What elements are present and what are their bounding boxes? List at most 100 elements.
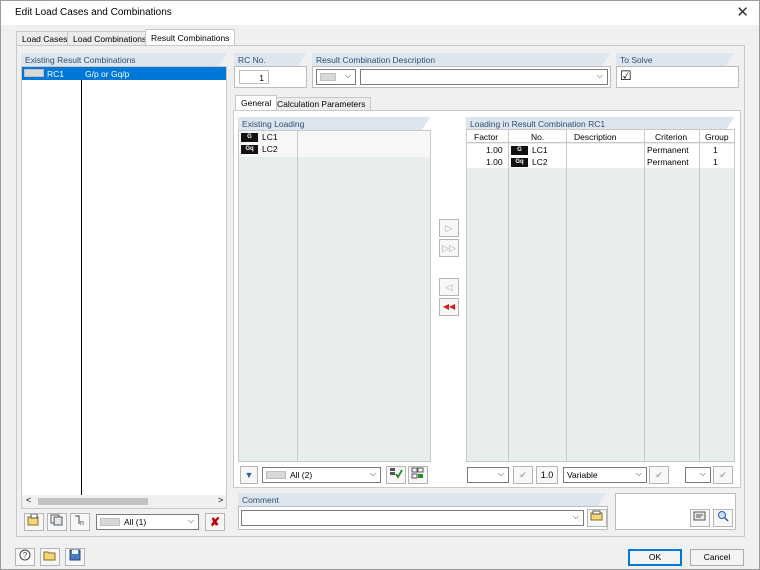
cancel-button[interactable]: Cancel xyxy=(690,549,744,566)
ok-button[interactable]: OK xyxy=(628,549,682,566)
column-header-description: Description xyxy=(574,132,617,142)
rc-no-box: 1 xyxy=(234,66,307,88)
load-type-tag: Gq xyxy=(511,158,528,168)
factor-cell[interactable]: 1.00 xyxy=(486,145,503,155)
tab-load-cases[interactable]: Load Cases xyxy=(16,31,74,45)
criterion-dropdown[interactable]: Variable ⌵ xyxy=(563,467,647,483)
load-type-tag: G xyxy=(511,146,528,156)
filter-value: All (1) xyxy=(124,517,147,527)
list-item[interactable]: RC1 G/p or Gq/p xyxy=(22,67,226,80)
list-column-divider xyxy=(81,67,82,495)
group-cell[interactable]: 1 xyxy=(713,157,718,167)
tab-load-combinations[interactable]: Load Combinations xyxy=(67,31,153,45)
rc-description: G/p or Gq/p xyxy=(85,69,130,79)
apply-criterion-icon[interactable]: ✔ xyxy=(649,466,669,484)
tab-calculation-parameters[interactable]: Calculation Parameters xyxy=(271,97,372,110)
existing-loading-list: G LC1 Gq LC2 xyxy=(238,130,431,462)
table-column-divider xyxy=(699,130,700,461)
existing-loading-header: Existing Loading xyxy=(238,117,430,130)
to-solve-box: ☑ xyxy=(616,66,739,88)
factor-one-button[interactable]: 1.0 xyxy=(536,466,558,484)
load-case-name: LC1 xyxy=(262,132,278,142)
filter-value: All (2) xyxy=(290,470,313,480)
description-box: ⌵ ⌵ xyxy=(312,66,611,88)
remove-selected-icon[interactable]: ◁ xyxy=(439,278,459,296)
description-input[interactable]: ⌵ xyxy=(360,69,608,85)
copy-combination-icon[interactable] xyxy=(47,513,67,531)
factor-dropdown[interactable]: ⌵ xyxy=(467,467,509,483)
column-header-criterion: Criterion xyxy=(655,132,688,142)
filter-swatch xyxy=(100,518,120,526)
color-swatch xyxy=(24,69,44,77)
group-cell[interactable]: 1 xyxy=(713,145,718,155)
horizontal-scrollbar[interactable]: < > xyxy=(22,495,226,508)
list-item[interactable]: Gq LC2 xyxy=(241,144,278,155)
dialog-window: Edit Load Cases and Combinations ✕ Load … xyxy=(0,0,760,570)
renumber-icon[interactable]: n xyxy=(70,513,90,531)
existing-result-combinations-header: Existing Result Combinations xyxy=(21,53,227,66)
apply-factor-icon[interactable]: ✔ xyxy=(513,466,533,484)
filter-dropdown[interactable]: All (1) ⌵ xyxy=(96,514,199,530)
criterion-cell[interactable]: Permanent xyxy=(647,157,689,167)
chevron-down-icon: ⌵ xyxy=(187,516,194,525)
select-check-icon[interactable] xyxy=(386,466,406,484)
load-type-tag: Gq xyxy=(241,145,258,155)
loading-filter-dropdown[interactable]: All (2) ⌵ xyxy=(262,467,381,483)
factor-cell[interactable]: 1.00 xyxy=(486,157,503,167)
load-case-name: LC1 xyxy=(532,145,548,155)
title-bar: Edit Load Cases and Combinations ✕ xyxy=(1,1,759,25)
comment-label: Comment xyxy=(238,493,606,506)
chevron-down-icon: ⌵ xyxy=(596,71,603,80)
filter-swatch xyxy=(266,471,286,479)
description-prefix-dropdown[interactable]: ⌵ xyxy=(316,69,356,85)
svg-text:n: n xyxy=(80,520,84,526)
rc-no-field[interactable]: 1 xyxy=(239,70,269,84)
to-solve-label: To Solve xyxy=(616,53,734,66)
table-column-divider xyxy=(508,130,509,461)
scroll-right-icon[interactable]: > xyxy=(218,495,223,505)
criterion-cell[interactable]: Permanent xyxy=(647,145,689,155)
load-type-tag: G xyxy=(241,133,258,143)
table-column-divider xyxy=(566,130,567,461)
scroll-left-icon[interactable]: < xyxy=(26,495,31,505)
table-column-divider xyxy=(644,130,645,461)
chevron-down-icon: ⌵ xyxy=(635,469,642,478)
load-case-name: LC2 xyxy=(532,157,548,167)
remove-all-icon[interactable]: ◀◀ xyxy=(439,298,459,316)
load-case-name: LC2 xyxy=(262,144,278,154)
new-combination-icon[interactable] xyxy=(24,513,44,531)
save-icon[interactable] xyxy=(65,548,85,566)
grid-select-icon[interactable] xyxy=(408,466,428,484)
apply-group-icon[interactable]: ✔ xyxy=(713,466,733,484)
delete-icon[interactable]: ✘ xyxy=(205,513,225,531)
tab-general[interactable]: General xyxy=(235,95,278,110)
open-folder-icon[interactable] xyxy=(40,548,60,566)
table-row[interactable]: 1.00 Gq LC2 Permanent 1 xyxy=(467,156,734,168)
prefix-swatch xyxy=(320,73,336,81)
chevron-down-icon: ⌵ xyxy=(572,512,579,521)
load-case-cell: G LC1 xyxy=(511,145,548,156)
result-combinations-list: RC1 G/p or Gq/p < > xyxy=(21,66,227,509)
comment-box: ⌵ xyxy=(238,506,608,530)
table-row[interactable]: 1.00 G LC1 Permanent 1 xyxy=(467,144,734,156)
help-icon[interactable]: ? xyxy=(15,548,35,566)
add-selected-icon[interactable]: ▷ xyxy=(439,219,459,237)
column-header-factor: Factor xyxy=(474,132,499,142)
edit-icon[interactable] xyxy=(690,509,710,527)
comment-library-icon[interactable] xyxy=(587,509,607,527)
result-loading-table: Factor No. Description Criterion Group 1… xyxy=(466,129,735,462)
add-all-icon[interactable]: ▷▷ xyxy=(439,239,459,257)
to-solve-checkbox[interactable]: ☑ xyxy=(620,68,632,84)
group-dropdown[interactable]: ⌵ xyxy=(685,467,711,483)
filter-icon[interactable]: ▼ xyxy=(240,466,258,484)
rc-no-label: RC No. xyxy=(234,53,306,66)
comment-input[interactable]: ⌵ xyxy=(241,510,584,526)
column-header-no: No. xyxy=(531,132,545,142)
scrollbar-thumb[interactable] xyxy=(38,498,148,505)
view-icon[interactable] xyxy=(713,509,733,527)
tab-result-combinations[interactable]: Result Combinations xyxy=(145,29,236,45)
info-box xyxy=(615,493,736,530)
close-icon[interactable]: ✕ xyxy=(736,3,749,21)
svg-text:?: ? xyxy=(23,551,28,560)
list-item[interactable]: G LC1 xyxy=(241,132,278,143)
